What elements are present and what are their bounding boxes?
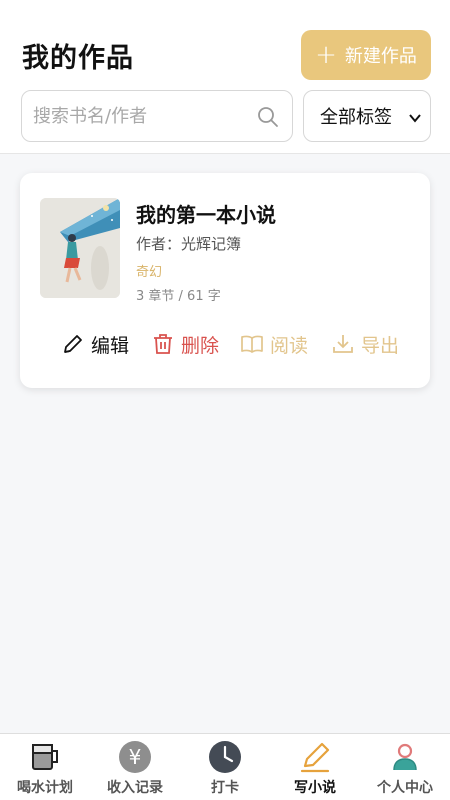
book-author: 作者：光辉记簿	[136, 235, 242, 253]
tab-profile[interactable]: 个人中心	[360, 734, 450, 800]
trash-icon	[154, 334, 172, 354]
tag-filter-select[interactable]: 全部标签	[303, 90, 431, 142]
clock-icon	[209, 741, 241, 773]
svg-text:¥: ¥	[129, 745, 142, 769]
tab-label: 打卡	[211, 780, 239, 796]
edit-button[interactable]: 编辑	[61, 328, 129, 360]
read-label: 阅读	[270, 334, 309, 357]
pen-icon	[300, 742, 330, 773]
download-icon	[333, 335, 353, 353]
mug-icon	[32, 744, 58, 770]
book-title[interactable]: 我的第一本小说	[136, 199, 276, 228]
pencil-icon	[64, 335, 82, 353]
book-cover-image[interactable]	[40, 198, 120, 298]
tab-label: 写小说	[294, 780, 336, 796]
delete-button[interactable]: 删除	[151, 328, 219, 360]
user-icon	[393, 743, 417, 771]
new-work-label: 新建作品	[344, 46, 417, 67]
new-work-button[interactable]: + 新建作品	[301, 30, 431, 80]
header: 我的作品 + 新建作品 全部标签	[0, 0, 450, 154]
edit-label: 编辑	[91, 334, 130, 357]
card-actions: 编辑 删除 阅读 导出	[20, 328, 430, 360]
tab-income[interactable]: ¥ 收入记录	[90, 734, 180, 800]
tab-label: 收入记录	[107, 780, 163, 796]
delete-label: 删除	[181, 334, 220, 357]
book-tag: 奇幻	[136, 265, 163, 280]
page-title: 我的作品	[22, 43, 134, 74]
search-icon[interactable]	[256, 105, 280, 133]
search-input[interactable]	[33, 105, 243, 127]
tab-label: 喝水计划	[17, 780, 73, 796]
yen-icon: ¥	[119, 741, 151, 773]
read-button[interactable]: 阅读	[240, 328, 308, 360]
tab-water-plan[interactable]: 喝水计划	[0, 734, 90, 800]
chevron-down-icon	[408, 109, 422, 130]
bottom-tab-bar: 喝水计划 ¥ 收入记录 打卡 写小说 个人中心	[0, 733, 450, 800]
plus-icon: +	[315, 40, 337, 70]
export-label: 导出	[361, 334, 400, 357]
tab-label: 个人中心	[377, 780, 433, 796]
book-icon	[241, 335, 263, 353]
search-box[interactable]	[21, 90, 293, 142]
tag-filter-value: 全部标签	[320, 107, 392, 128]
export-button[interactable]: 导出	[331, 328, 399, 360]
work-card[interactable]: 我的第一本小说 作者：光辉记簿 奇幻 3 章节 / 61 字 编辑 删除 阅读 …	[20, 173, 430, 388]
book-stats: 3 章节 / 61 字	[136, 289, 221, 304]
tab-write-novel[interactable]: 写小说	[270, 734, 360, 800]
tab-checkin[interactable]: 打卡	[180, 734, 270, 800]
